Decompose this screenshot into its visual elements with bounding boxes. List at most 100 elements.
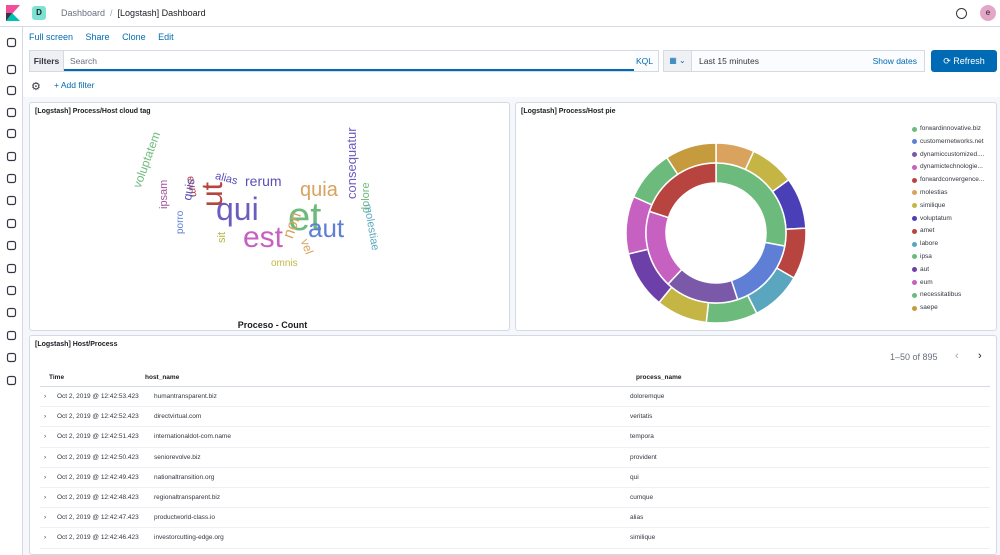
visualize-icon[interactable] (6, 85, 17, 96)
add-filter-button[interactable]: + Add filter (54, 80, 94, 90)
dashboard-icon[interactable] (6, 107, 17, 118)
table-row[interactable]: › Oct 2, 2019 @ 12:42:49.423 nationaltrans… (40, 468, 990, 488)
graph-icon[interactable] (6, 307, 17, 318)
legend-label: necessitatibus (920, 291, 962, 299)
cloud-word[interactable]: porro (175, 211, 186, 234)
legend-item[interactable]: aut (912, 264, 984, 277)
edit-link[interactable]: Edit (158, 32, 174, 42)
legend-label: aut (920, 265, 930, 273)
legend-item[interactable]: forwardconvergence... (912, 174, 984, 187)
table-row[interactable]: › Oct 2, 2019 @ 12:42:48.423 regionaltrans… (40, 488, 990, 509)
show-dates-link[interactable]: Show dates (873, 51, 917, 71)
ml-icon[interactable] (6, 173, 17, 184)
next-page-icon[interactable]: › (978, 350, 982, 362)
full-screen-link[interactable]: Full screen (29, 32, 73, 42)
expand-row-icon[interactable]: › (44, 407, 46, 427)
panel-title: [Logstash] Host/Process (35, 341, 118, 348)
table-row[interactable]: › Oct 2, 2019 @ 12:42:50.423 seniorevolve.… (40, 448, 990, 468)
column-header-host[interactable]: host_name (145, 374, 179, 381)
column-header-time[interactable]: Time (49, 374, 64, 381)
infra-icon[interactable] (6, 195, 17, 206)
legend-item[interactable]: molestias (912, 187, 984, 200)
legend-item[interactable]: saepe (912, 302, 984, 315)
legend-item[interactable]: necessitatibus (912, 289, 984, 302)
legend-item[interactable]: ipsa (912, 251, 984, 264)
legend-item[interactable]: dynamiccustomized.... (912, 149, 984, 162)
kibana-logo-icon[interactable] (6, 5, 20, 21)
expand-row-icon[interactable]: › (44, 448, 46, 468)
space-badge[interactable]: D (32, 6, 46, 20)
filters-label: Filters (30, 51, 64, 71)
table-panel: [Logstash] Host/Process 1–50 of 895 ‹ › … (29, 335, 997, 555)
management-icon[interactable] (6, 375, 17, 386)
cloud-word[interactable]: omnis (271, 258, 298, 269)
pie-legend: forwardinnovative.biz customernetworks.ne… (912, 123, 984, 315)
time-cell: Oct 2, 2019 @ 12:42:49.423 (57, 473, 139, 481)
maps-icon[interactable] (6, 151, 17, 162)
recent-icon[interactable] (6, 37, 17, 48)
expand-row-icon[interactable]: › (44, 488, 46, 508)
cloud-word[interactable]: quis (180, 177, 198, 201)
legend-color-icon (912, 267, 917, 273)
cloud-word[interactable]: ut (196, 182, 230, 207)
previous-page-icon[interactable]: ‹ (955, 350, 959, 362)
table-row[interactable]: › Oct 2, 2019 @ 12:42:51.423 international… (40, 427, 990, 448)
expand-row-icon[interactable]: › (44, 468, 46, 488)
legend-color-icon (912, 139, 917, 145)
calendar-icon[interactable]: ▦ ⌄ (664, 51, 692, 71)
cloud-word[interactable]: molestiae (361, 203, 381, 251)
breadcrumb-dashboard[interactable]: Dashboard (61, 8, 105, 18)
expand-row-icon[interactable]: › (44, 528, 46, 548)
cloud-word[interactable]: sit (216, 232, 228, 243)
host-name-cell: nationaltransition.org (154, 473, 215, 481)
cloud-word[interactable]: est (243, 221, 283, 255)
refresh-button[interactable]: ⟳ Refresh (931, 50, 997, 72)
share-link[interactable]: Share (86, 32, 110, 42)
legend-item[interactable]: dynamictechnologie... (912, 161, 984, 174)
legend-item[interactable]: forwardinnovative.biz (912, 123, 984, 136)
cloud-word[interactable]: consequatur (344, 127, 359, 199)
dev-tools-icon[interactable] (6, 330, 17, 341)
legend-item[interactable]: amet (912, 225, 984, 238)
help-icon[interactable] (956, 8, 967, 19)
legend-item[interactable]: labore (912, 238, 984, 251)
side-nav (0, 27, 23, 555)
pie-panel: [Logstash] Process/Host pie forwardinnov… (515, 102, 997, 331)
legend-item[interactable]: eum (912, 277, 984, 290)
siem-icon[interactable] (6, 285, 17, 296)
legend-item[interactable]: customernetworks.net (912, 136, 984, 149)
cloud-word[interactable]: aut (308, 213, 344, 244)
legend-label: eum (920, 278, 933, 286)
legend-label: ipsa (920, 252, 932, 260)
table-row[interactable]: › Oct 2, 2019 @ 12:42:47.423 productworld-… (40, 508, 990, 529)
uptime-icon[interactable] (6, 263, 17, 274)
kql-toggle[interactable]: KQL (636, 51, 653, 71)
column-header-process[interactable]: process_name (636, 374, 682, 381)
clone-link[interactable]: Clone (122, 32, 146, 42)
expand-row-icon[interactable]: › (44, 387, 46, 407)
table-row[interactable]: › Oct 2, 2019 @ 12:42:46.423 investorcutti… (40, 528, 990, 549)
legend-label: labore (920, 240, 939, 248)
expand-row-icon[interactable]: › (44, 508, 46, 528)
legend-item[interactable]: voluptatum (912, 213, 984, 226)
table-row[interactable]: › Oct 2, 2019 @ 12:42:53.423 humantranspar… (40, 387, 990, 408)
cloud-word[interactable]: quia (300, 179, 338, 202)
search-input[interactable]: Search (64, 51, 634, 71)
expand-row-icon[interactable]: › (44, 427, 46, 447)
legend-item[interactable]: similique (912, 200, 984, 213)
cloud-word[interactable]: rerum (245, 173, 282, 189)
monitoring-icon[interactable] (6, 352, 17, 363)
time-range[interactable]: Last 15 minutes (699, 51, 759, 71)
table-row[interactable]: › Oct 2, 2019 @ 12:42:52.423 directvirtual… (40, 407, 990, 428)
process-name-cell: cumque (630, 494, 654, 501)
apm-icon[interactable] (6, 240, 17, 251)
canvas-icon[interactable] (6, 128, 17, 139)
gear-icon[interactable]: ⚙ (31, 80, 41, 93)
host-name-cell: investorcutting-edge.org (154, 534, 224, 542)
avatar[interactable]: e (980, 5, 996, 21)
discover-icon[interactable] (6, 64, 17, 75)
logs-icon[interactable] (6, 218, 17, 229)
top-menu: Full screen Share Clone Edit (29, 32, 184, 42)
cloud-word[interactable]: ipsam (158, 180, 170, 209)
host-name-cell: regionaltransparent.biz (154, 494, 221, 501)
